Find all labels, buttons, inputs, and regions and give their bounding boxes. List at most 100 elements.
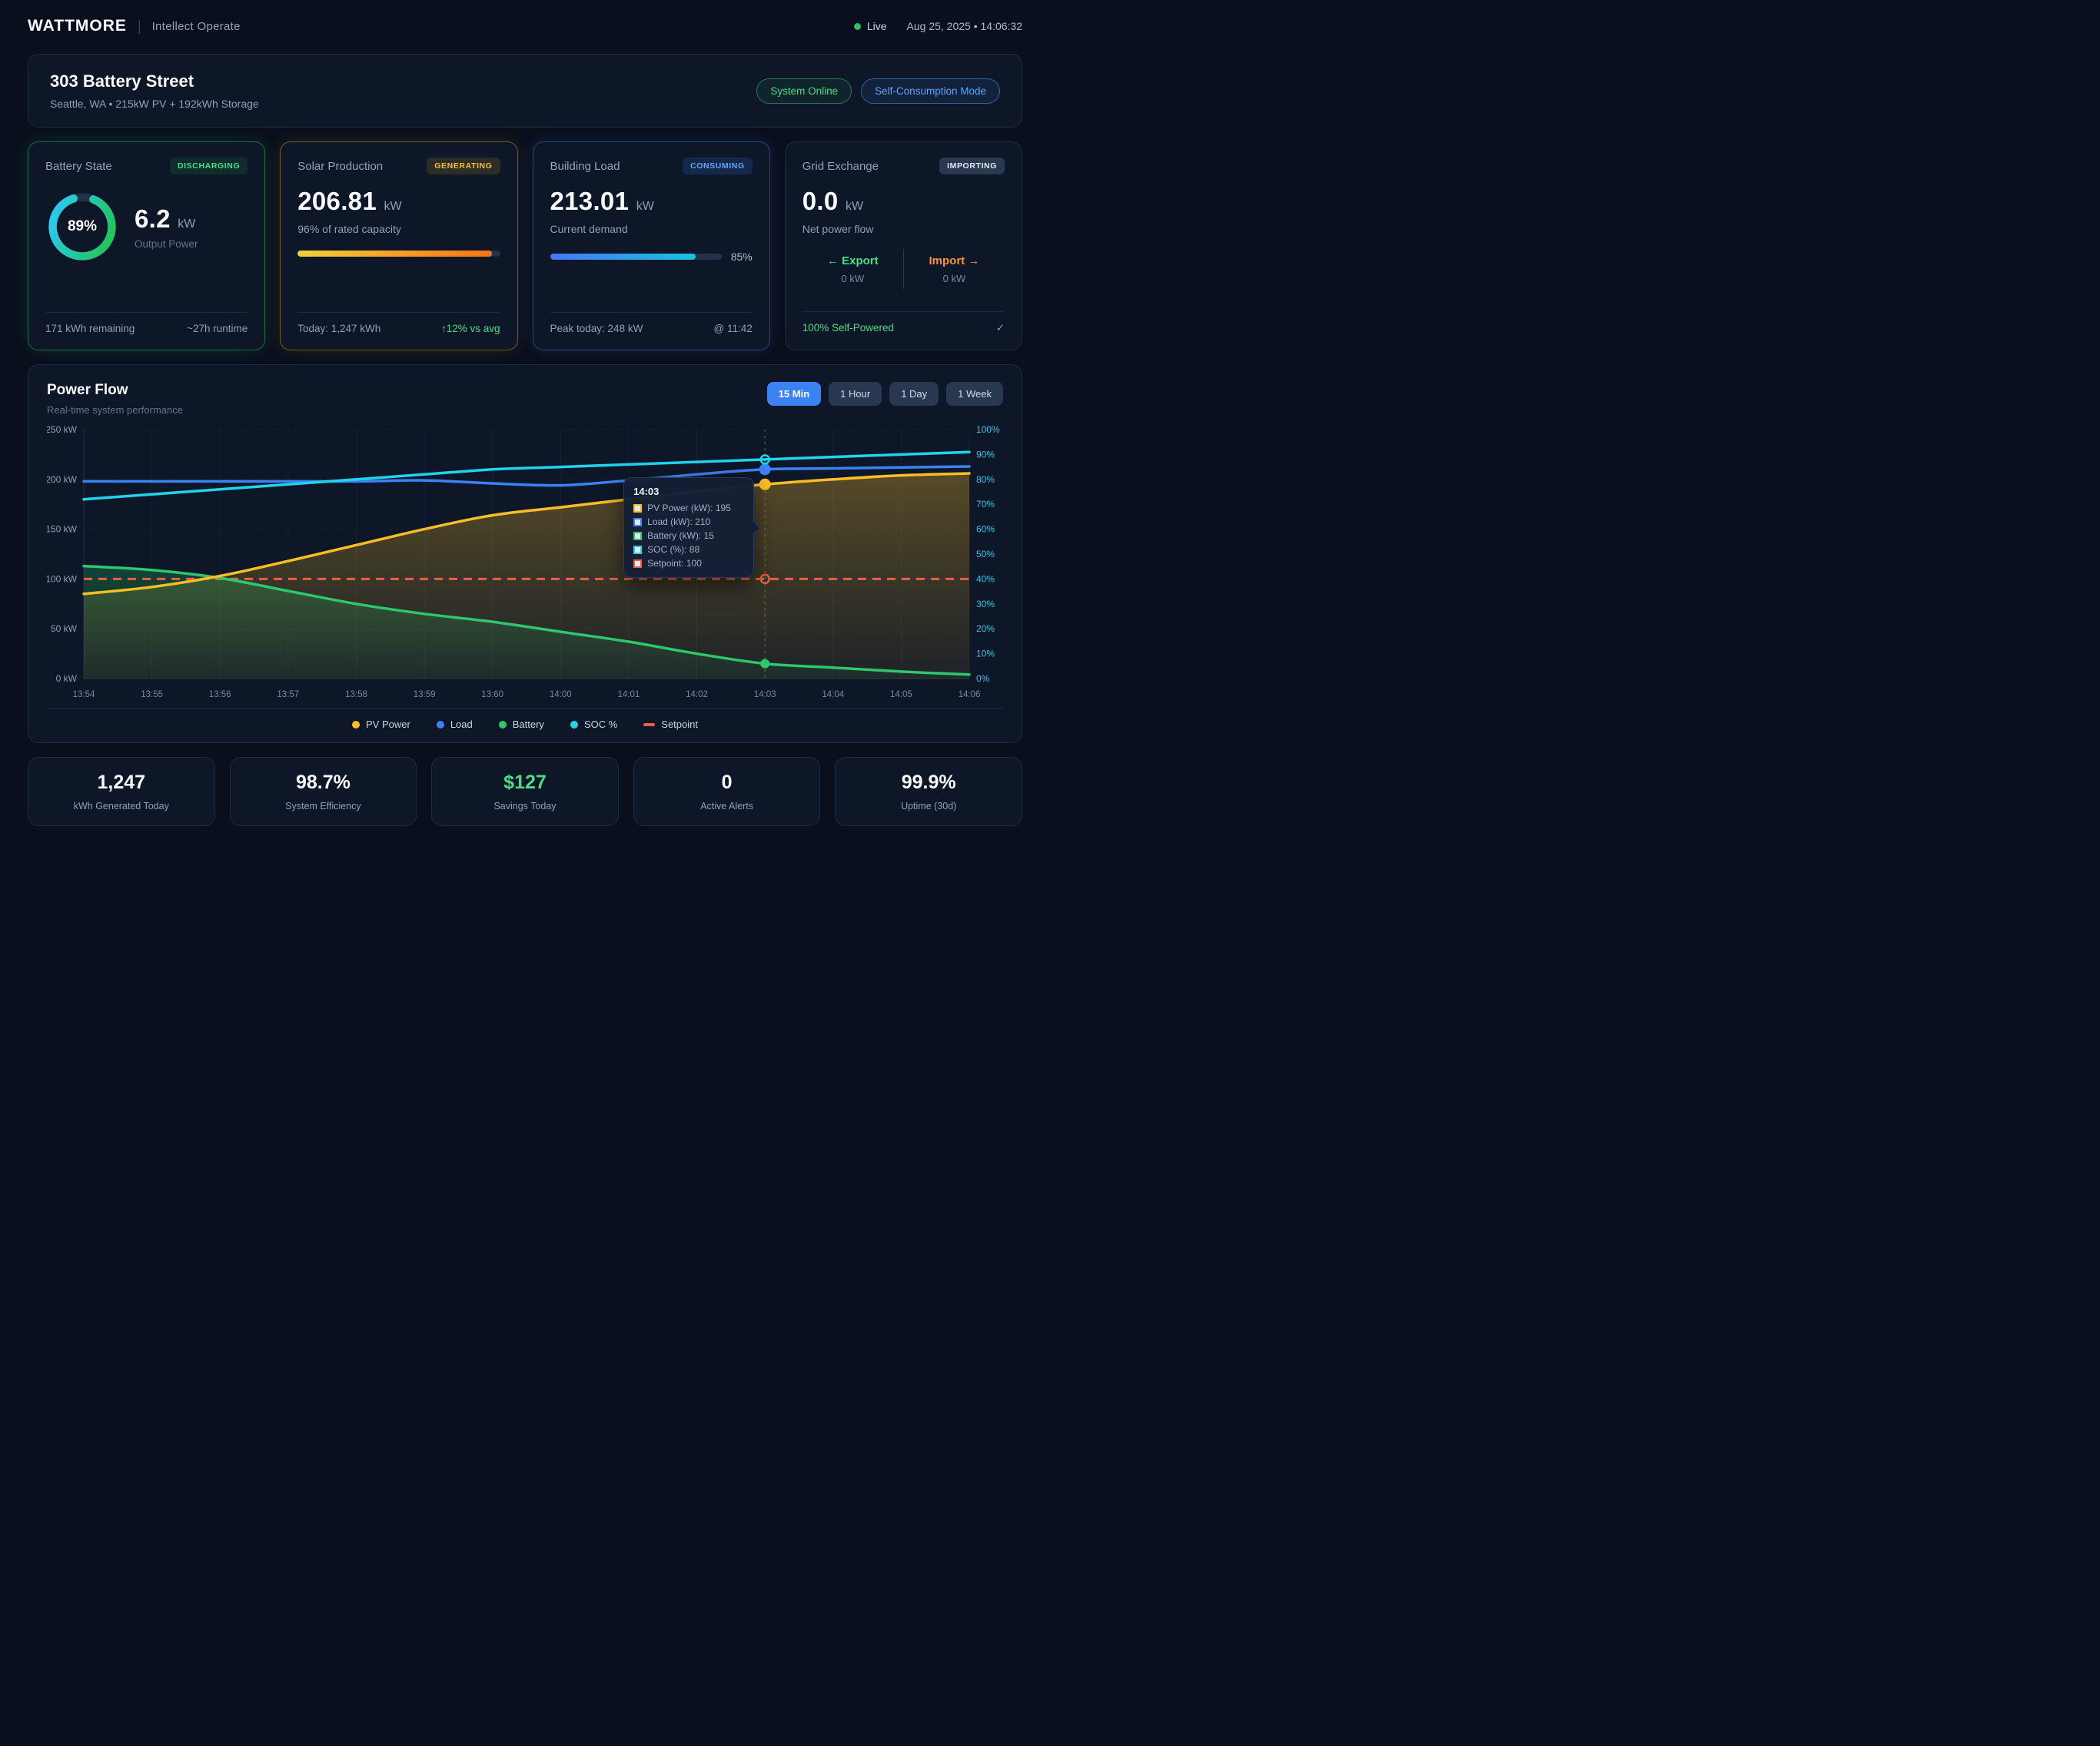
grid-unit: kW [846,200,863,213]
chart-title: Power Flow [47,382,183,399]
chart-subtitle: Real-time system performance [47,404,183,416]
legend-dot-icon [499,721,507,729]
top-bar: WATTMORE | Intellect Operate Live Aug 25… [28,9,1022,43]
battery-state-card: Battery State DISCHARGING [28,141,265,350]
legend-item-battery[interactable]: Battery [499,719,544,730]
site-subtitle: Seattle, WA • 215kW PV + 192kWh Storage [50,98,259,110]
svg-text:13:60: 13:60 [481,690,503,699]
svg-text:14:04: 14:04 [822,690,844,699]
legend-dot-icon [570,721,578,729]
stat-label: System Efficiency [238,801,409,812]
self-consumption-mode-badge[interactable]: Self-Consumption Mode [861,78,1000,104]
stat-active-alerts: 0 Active Alerts [633,757,821,826]
brand-separator: | [138,18,141,35]
site-card: 303 Battery Street Seattle, WA • 215kW P… [28,54,1022,128]
svg-text:250 kW: 250 kW [47,424,78,435]
live-dot-icon [854,23,861,30]
load-unit: kW [636,200,654,213]
legend-dash-icon [643,723,655,726]
live-status: Live [854,20,887,32]
grid-status-badge: IMPORTING [939,158,1005,174]
svg-text:14:06: 14:06 [959,690,981,699]
svg-text:13:54: 13:54 [73,690,95,699]
stat-uptime: 99.9% Uptime (30d) [835,757,1022,826]
svg-text:13:57: 13:57 [277,690,299,699]
svg-text:14:03: 14:03 [754,690,776,699]
battery-runtime: ~27h runtime [187,323,248,334]
building-load-card: Building Load CONSUMING 213.01 kW Curren… [533,141,770,350]
range-button-1-day[interactable]: 1 Day [889,382,939,406]
solar-value: 206.81 [297,187,377,215]
load-demand-label: Current demand [550,223,753,235]
system-online-badge: System Online [756,78,852,104]
range-button-15-min[interactable]: 15 Min [767,382,821,406]
svg-text:14:01: 14:01 [618,690,640,699]
svg-text:50 kW: 50 kW [51,623,78,634]
dashboard-page: WATTMORE | Intellect Operate Live Aug 25… [0,0,1050,846]
stat-label: Active Alerts [642,801,812,812]
svg-text:100 kW: 100 kW [47,573,78,584]
svg-text:80%: 80% [976,474,995,485]
metric-cards: Battery State DISCHARGING [28,141,1022,350]
powerflow-plot: 0 kW50 kW100 kW150 kW200 kW250 kW0%10%20… [47,423,1003,703]
svg-text:70%: 70% [976,499,995,510]
svg-text:13:55: 13:55 [141,690,163,699]
solar-production-card: Solar Production GENERATING 206.81 kW 96… [280,141,517,350]
stat-value: 0 [642,772,812,794]
check-icon: ✓ [996,322,1005,334]
time-range-buttons: 15 Min 1 Hour 1 Day 1 Week [767,382,1003,406]
legend-dot-icon [437,721,444,729]
load-peak-time: @ 11:42 [714,323,753,334]
load-value: 213.01 [550,187,630,215]
range-button-1-hour[interactable]: 1 Hour [829,382,882,406]
datetime: Aug 25, 2025 • 14:06:32 [907,20,1022,32]
svg-text:100%: 100% [976,424,1000,435]
solar-vs-avg: ↑12% vs avg [441,323,500,334]
grid-netflow-label: Net power flow [802,223,1005,235]
legend-item-load[interactable]: Load [437,719,473,730]
battery-remaining: 171 kWh remaining [45,323,135,334]
grid-value: 0.0 [802,187,839,215]
solar-card-title: Solar Production [297,160,383,173]
solar-unit: kW [384,200,401,213]
svg-text:13:56: 13:56 [209,690,231,699]
powerflow-plot-wrap[interactable]: 0 kW50 kW100 kW150 kW200 kW250 kW0%10%20… [47,423,1003,703]
svg-text:200 kW: 200 kW [47,474,78,485]
grid-import-label: Import → [904,254,1005,267]
site-name: 303 Battery Street [50,71,259,91]
stat-system-efficiency: 98.7% System Efficiency [230,757,417,826]
battery-power-unit: kW [178,217,195,231]
legend-item-setpoint[interactable]: Setpoint [643,719,698,730]
bottom-stats: 1,247 kWh Generated Today 98.7% System E… [28,757,1022,826]
range-button-1-week[interactable]: 1 Week [946,382,1003,406]
legend-item-soc-[interactable]: SOC % [570,719,617,730]
power-flow-card: Power Flow Real-time system performance … [28,364,1022,743]
stat-label: Savings Today [440,801,610,812]
stat-value: 99.9% [843,772,1014,794]
battery-soc-value: 89% [45,190,119,264]
svg-text:60%: 60% [976,524,995,535]
battery-power-value: 6.2 [135,204,171,233]
solar-progress-fill [297,251,492,257]
grid-import-value: 0 kW [904,273,1005,284]
svg-text:30%: 30% [976,599,995,609]
grid-export-label: ← Export [802,254,903,267]
product-name: Intellect Operate [152,20,241,33]
battery-status-badge: DISCHARGING [170,158,248,174]
legend-item-pv-power[interactable]: PV Power [352,719,410,730]
solar-progress-track [297,251,500,257]
svg-text:14:05: 14:05 [890,690,912,699]
battery-power-label: Output Power [135,238,198,250]
svg-text:40%: 40% [976,573,995,584]
stat-kwh-generated: 1,247 kWh Generated Today [28,757,215,826]
load-progress-fill [550,254,696,260]
load-progress-label: 85% [731,251,753,263]
live-label: Live [867,20,887,32]
svg-text:10%: 10% [976,649,995,659]
brand-logo: WATTMORE [28,17,127,35]
stat-value: $127 [440,772,610,794]
legend-dot-icon [352,721,360,729]
svg-text:150 kW: 150 kW [47,524,78,535]
grid-card-title: Grid Exchange [802,160,879,173]
chart-legend: PV Power Load Battery SOC % Setpoint [47,708,1003,730]
